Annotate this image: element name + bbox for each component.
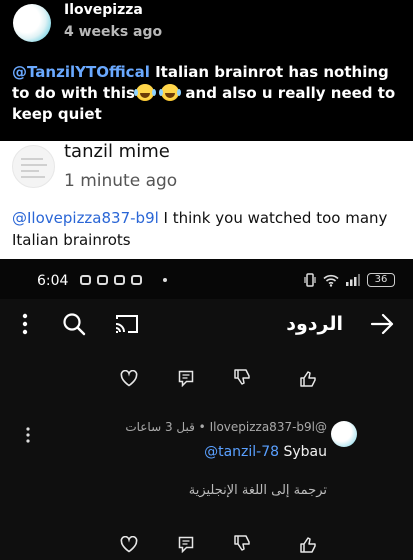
cast-icon[interactable]	[114, 313, 140, 335]
system-icons: 36	[304, 273, 395, 287]
comment-username[interactable]: Ilovepizza	[64, 2, 143, 18]
back-arrow-icon[interactable]	[370, 313, 394, 335]
page-title: الردود	[286, 313, 343, 335]
reply-meta: @Ilovepizza837-b9l • قبل 3 ساعات	[125, 420, 327, 434]
vibrate-icon	[304, 273, 316, 287]
heart-icon[interactable]	[120, 536, 138, 553]
comment-username[interactable]: tanzil mime	[64, 141, 170, 162]
mention-link[interactable]: @tanzil-78	[204, 444, 279, 460]
more-notifications-dot-icon	[163, 278, 167, 282]
avatar[interactable]	[12, 145, 55, 188]
translate-link[interactable]: ترجمة إلى اللغة الإنجليزية	[189, 483, 327, 498]
signal-icon	[346, 274, 360, 286]
dislike-icon[interactable]	[233, 534, 251, 552]
heart-icon[interactable]	[120, 370, 138, 387]
laughing-tears-emoji-icon	[133, 84, 154, 101]
more-vert-icon[interactable]	[20, 313, 30, 335]
app-notification-icon	[80, 275, 91, 285]
app-notification-icon	[97, 275, 108, 285]
comment-timestamp: 1 minute ago	[64, 171, 178, 191]
dislike-icon[interactable]	[233, 368, 251, 386]
wifi-icon	[323, 274, 339, 287]
app-notification-icon	[131, 275, 142, 285]
avatar[interactable]	[13, 4, 51, 42]
like-icon[interactable]	[299, 370, 317, 388]
mention-link[interactable]: @Ilovepizza837-b9l	[12, 209, 159, 227]
like-icon[interactable]	[299, 536, 317, 554]
more-vert-icon[interactable]	[25, 427, 31, 443]
comment-timestamp: 4 weeks ago	[64, 24, 163, 40]
phone-screenshot: 6:04 36 الردود @Ilovepizza837-b9l • قبل …	[0, 259, 413, 560]
notification-icons	[80, 275, 142, 285]
app-notification-icon	[114, 275, 125, 285]
comment-body: @Ilovepizza837-b9l I think you watched t…	[12, 207, 408, 251]
app-header	[0, 299, 413, 349]
reply-time: قبل 3 ساعات	[125, 420, 195, 434]
search-icon[interactable]	[62, 312, 86, 336]
status-time: 6:04	[37, 273, 69, 289]
status-bar: 6:04 36	[0, 259, 413, 299]
battery-indicator: 36	[367, 273, 395, 287]
reply-body: @tanzil-78 Sybau	[204, 444, 327, 460]
reply-icon[interactable]	[178, 370, 194, 387]
reply-author[interactable]: @Ilovepizza837-b9l	[210, 420, 327, 434]
avatar[interactable]	[331, 421, 357, 447]
reply-text: Sybau	[279, 444, 327, 460]
comment-card-dark: Ilovepizza 4 weeks ago @TanzilYTOffical …	[0, 0, 413, 141]
mention-link[interactable]: @TanzilYTOffical	[12, 63, 150, 81]
meta-separator: •	[194, 420, 210, 434]
laughing-tears-emoji-icon	[159, 84, 180, 101]
reply-icon[interactable]	[178, 536, 194, 553]
comment-body: @TanzilYTOffical Italian brainrot has no…	[12, 62, 408, 125]
comment-card-light: tanzil mime 1 minute ago @Ilovepizza837-…	[0, 141, 413, 259]
